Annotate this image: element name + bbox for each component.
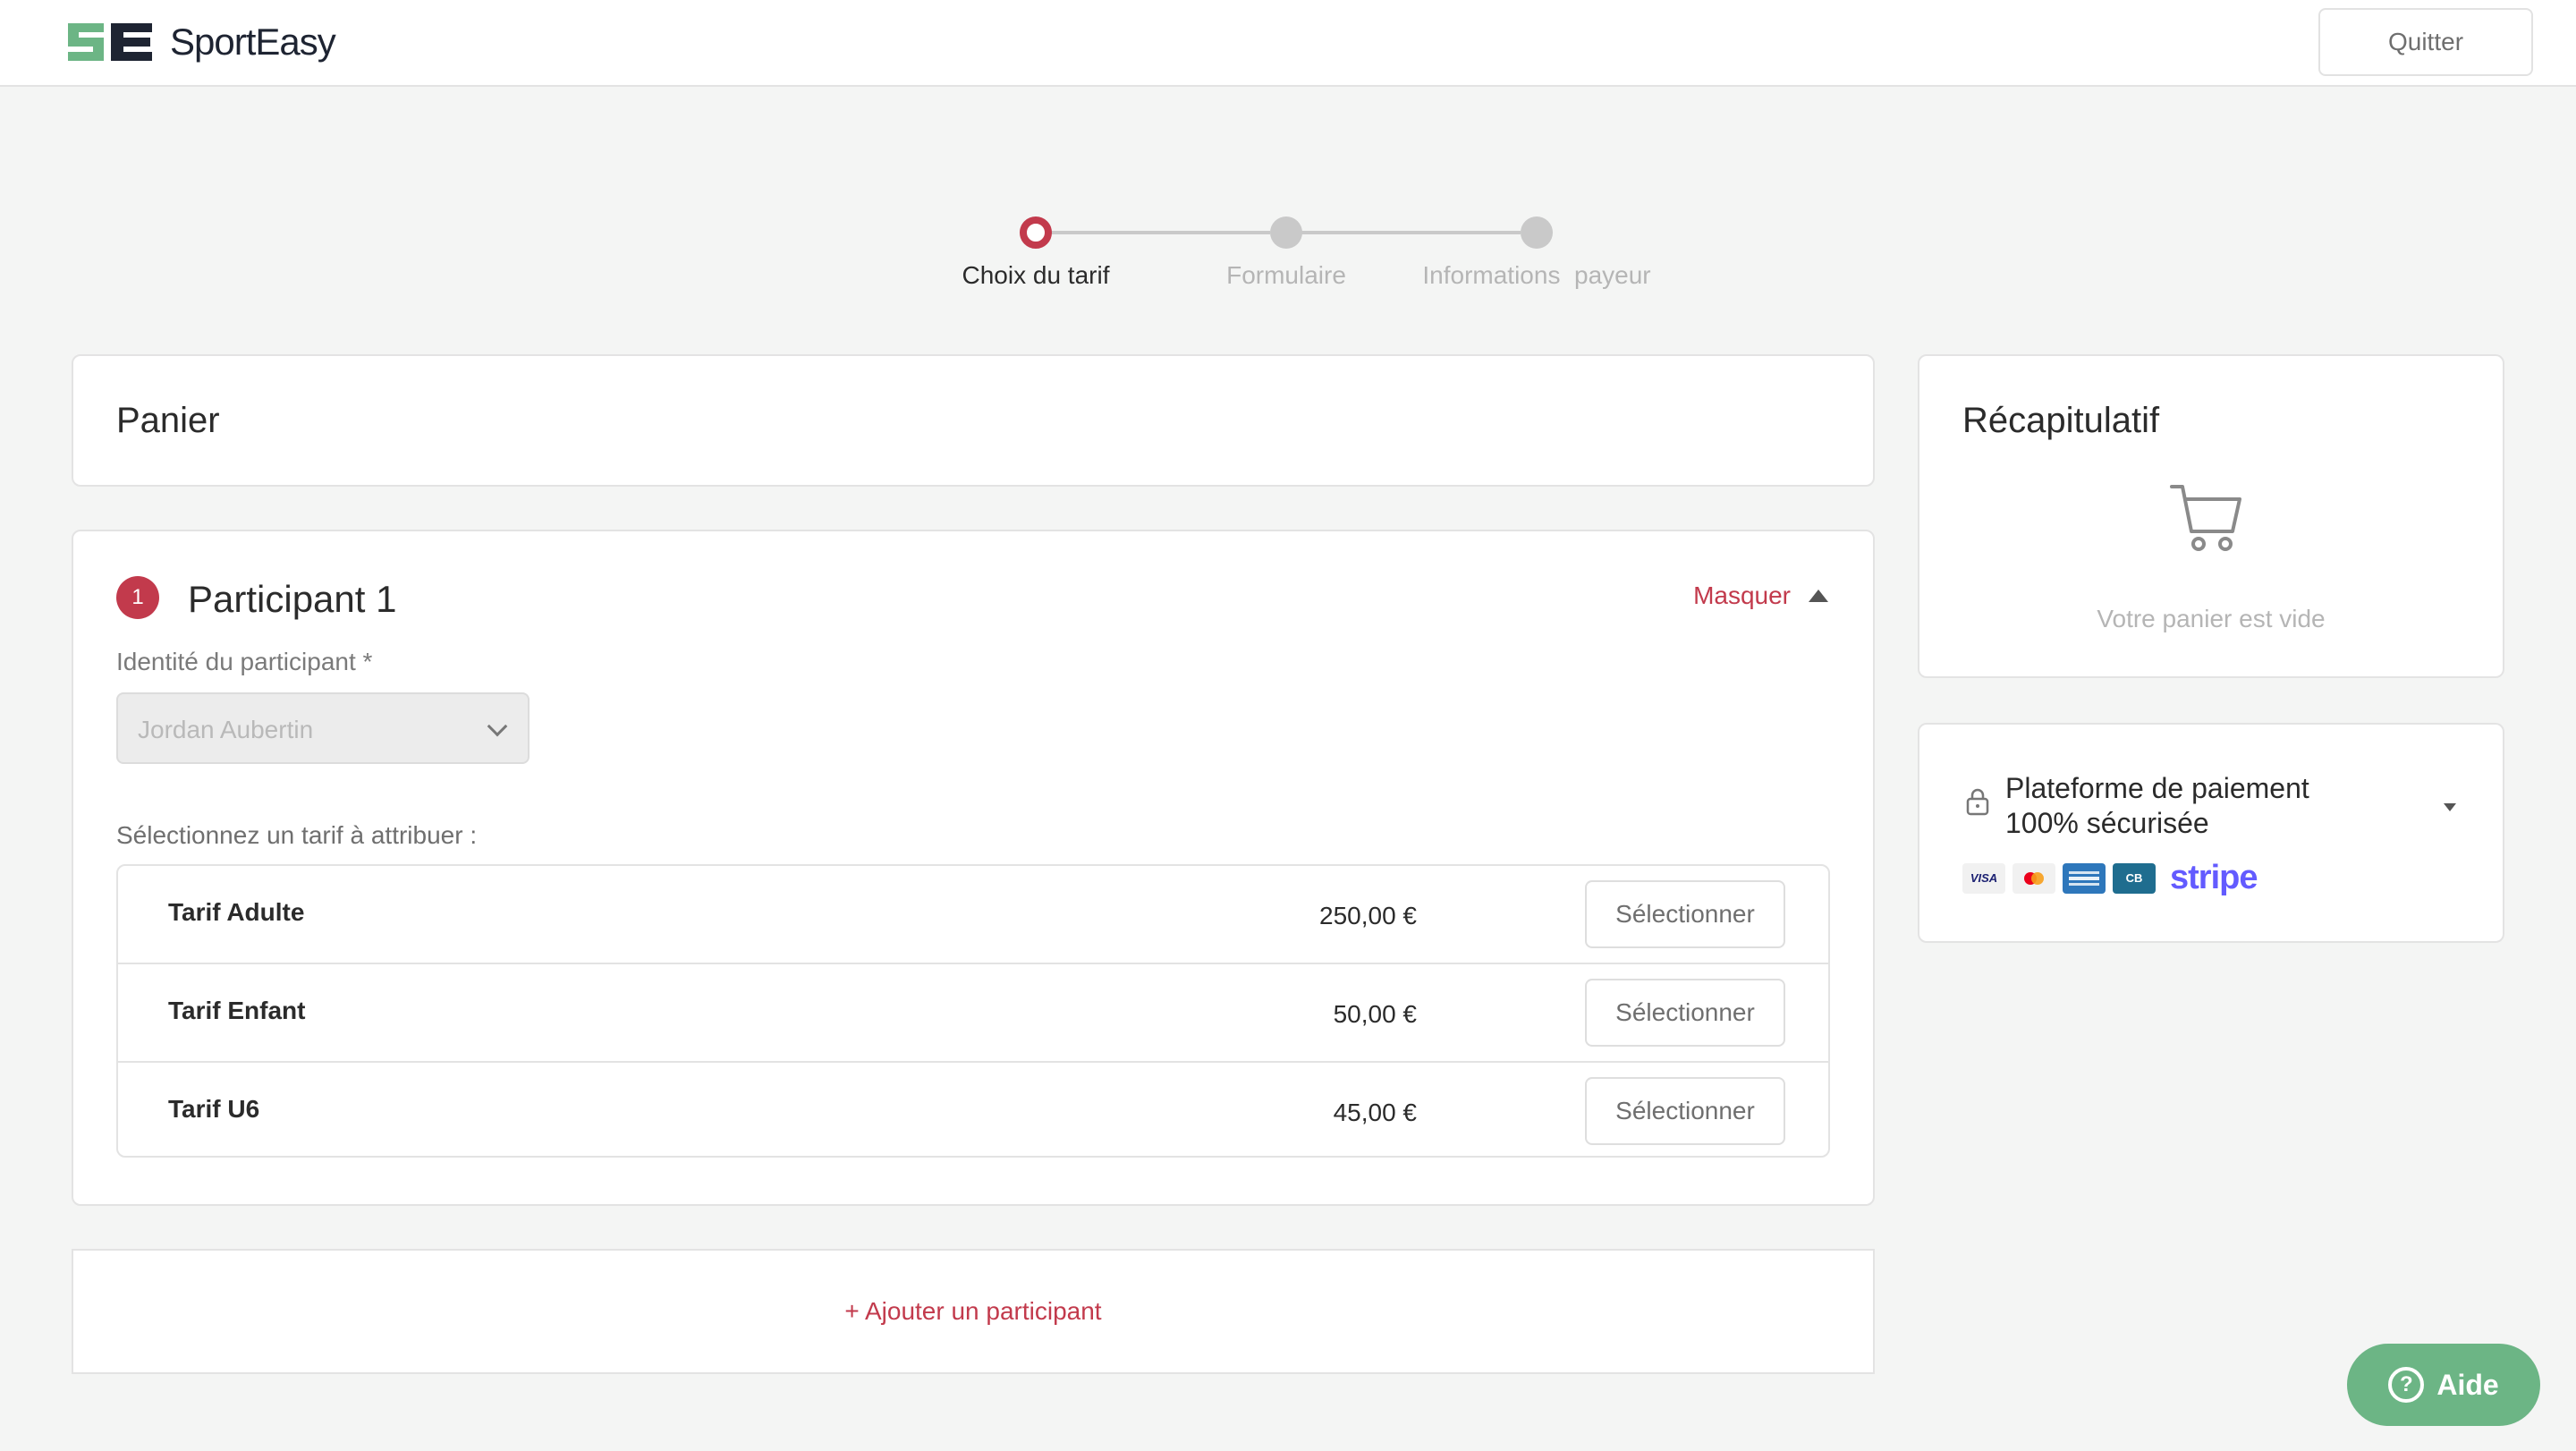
select-tarif-button[interactable]: Sélectionner — [1585, 979, 1785, 1047]
add-participant-link[interactable]: + Ajouter un participant — [73, 1297, 1873, 1326]
identity-label: Identité du participant * — [116, 648, 373, 675]
caret-down-icon[interactable] — [2444, 803, 2456, 811]
cart-icon — [2170, 485, 2241, 551]
select-tarif-button[interactable]: Sélectionner — [1585, 1077, 1785, 1145]
panier-title: Panier — [116, 401, 220, 440]
step-dot-formulaire — [1270, 216, 1302, 249]
tarif-row: Tarif Adulte 250,00 € Sélectionner — [118, 866, 1828, 964]
help-label: Aide — [2436, 1368, 2499, 1401]
lock-icon — [1966, 788, 1989, 816]
secure-line-2: 100% sécurisée — [2005, 807, 2209, 839]
tarif-name: Tarif U6 — [168, 1095, 260, 1123]
recap-card: Récapitulatif Votre panier est vide — [1918, 354, 2504, 678]
participant-title: Participant 1 — [188, 578, 397, 620]
step-label-formulaire: Formulaire — [1226, 261, 1346, 289]
top-bar: SportEasy Quitter — [0, 0, 2576, 87]
caret-up-icon — [1809, 590, 1828, 602]
checkout-stepper: Choix du tarif Formulaire Informations p… — [930, 206, 1651, 304]
hide-label: Masquer — [1693, 581, 1791, 609]
sporteasy-logo-mark — [68, 23, 152, 61]
payment-methods: VISA CB stripe — [1962, 859, 2258, 897]
step-connector — [1286, 231, 1521, 234]
recap-title: Récapitulatif — [1962, 401, 2160, 440]
stripe-logo: stripe — [2170, 859, 2258, 896]
tarif-row: Tarif U6 45,00 € Sélectionner — [118, 1063, 1828, 1156]
step-dot-tarif — [1020, 216, 1052, 249]
tarif-name: Tarif Enfant — [168, 997, 306, 1024]
question-icon: ? — [2388, 1367, 2425, 1403]
secure-payment-text: Plateforme de paiement 100% sécurisée — [2005, 771, 2309, 841]
chevron-down-icon — [487, 716, 508, 737]
step-connector — [1036, 231, 1270, 234]
identity-select-value: Jordan Aubertin — [138, 716, 314, 743]
tarif-price: 50,00 € — [1333, 1000, 1417, 1028]
visa-icon: VISA — [1962, 862, 2005, 894]
empty-cart-text: Votre panier est vide — [2097, 605, 2326, 632]
participant-card: 1 Participant 1 Masquer Identité du part… — [72, 530, 1875, 1206]
mastercard-circles — [2024, 871, 2044, 885]
tarif-name: Tarif Adulte — [168, 898, 305, 926]
panier-card: Panier — [72, 354, 1875, 487]
quit-button[interactable]: Quitter — [2318, 8, 2533, 76]
tarif-list: Tarif Adulte 250,00 € Sélectionner Tarif… — [116, 864, 1830, 1158]
select-tarif-button[interactable]: Sélectionner — [1585, 880, 1785, 948]
secure-payment-card[interactable]: Plateforme de paiement 100% sécurisée VI… — [1918, 723, 2504, 943]
identity-select[interactable]: Jordan Aubertin — [116, 692, 530, 764]
sporteasy-logo[interactable]: SportEasy — [64, 20, 336, 64]
amex-pattern — [2069, 870, 2099, 886]
mastercard-icon — [2012, 862, 2055, 894]
step-label-tarif: Choix du tarif — [962, 261, 1110, 289]
tarif-price: 45,00 € — [1333, 1099, 1417, 1126]
tarif-price: 250,00 € — [1319, 902, 1417, 929]
amex-icon — [2063, 862, 2106, 894]
cb-icon: CB — [2113, 862, 2156, 894]
brand-name: SportEasy — [170, 21, 336, 63]
step-label-payeur: Informations payeur — [1422, 261, 1651, 289]
help-button[interactable]: ? Aide — [2347, 1344, 2540, 1426]
step-dot-payeur — [1521, 216, 1553, 249]
tarif-row: Tarif Enfant 50,00 € Sélectionner — [118, 964, 1828, 1063]
secure-line-1: Plateforme de paiement — [2005, 772, 2309, 804]
add-participant-card: + Ajouter un participant — [72, 1249, 1875, 1374]
participant-number-badge: 1 — [116, 576, 159, 619]
hide-participant-toggle[interactable]: Masquer — [1693, 581, 1828, 610]
tarif-prompt: Sélectionnez un tarif à attribuer : — [116, 821, 478, 849]
